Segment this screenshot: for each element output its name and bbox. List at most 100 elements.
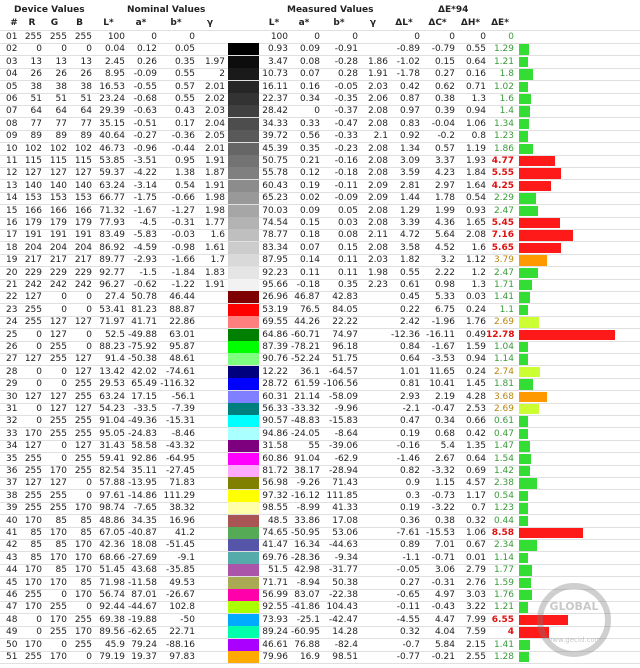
cell-index: 07: [6, 106, 18, 117]
cell-delta-l: 0: [414, 32, 420, 42]
cell-measured-l: 3.47: [267, 56, 288, 67]
cell-nominal-l: 13.42: [99, 366, 125, 377]
cell-r: 170: [24, 602, 42, 613]
cell-index: 45: [6, 577, 18, 588]
cell-delta-e: 0.61: [493, 416, 514, 427]
cell-measured-b: -28.94: [328, 466, 358, 476]
cell-measured-l: 87.95: [262, 255, 288, 266]
cell-g: 170: [49, 614, 67, 625]
cell-measured-a: 0: [314, 106, 320, 117]
color-swatch: [228, 514, 259, 527]
color-swatch: [228, 539, 259, 552]
cell-measured-l: 79.96: [262, 652, 288, 662]
cell-index: 37: [6, 478, 18, 489]
cell-g: 255: [49, 354, 67, 365]
group-header-nominal: Nominal Values: [127, 5, 206, 15]
cell-measured-l: 45.39: [262, 143, 288, 154]
cell-r: 255: [24, 503, 42, 514]
cell-nominal-l: 63.24: [99, 391, 125, 402]
cell-nominal-gamma: 1.7: [210, 255, 225, 266]
cell-measured-a: 21.14: [294, 391, 320, 402]
cell-delta-e: 1.42: [493, 466, 514, 476]
cell-nominal-a: 41.71: [131, 317, 157, 328]
cell-nominal-b: 0.35: [174, 56, 195, 67]
cell-nominal-a: -2.93: [133, 255, 157, 266]
cell-nominal-l: 48.86: [99, 515, 125, 526]
cell-g: 115: [49, 156, 67, 166]
cell-nominal-a: -75.92: [127, 342, 157, 352]
cell-nominal-l: 69.38: [99, 614, 125, 625]
cell-nominal-a: -50.38: [127, 354, 157, 365]
cell-b: 38: [80, 81, 92, 92]
cell-nominal-b: 71.83: [169, 478, 195, 489]
cell-delta-l: 0.19: [399, 503, 420, 514]
cell-nominal-l: 89.56: [99, 627, 125, 638]
cell-nominal-l: 53.41: [99, 304, 125, 315]
cell-measured-b: 96.18: [332, 342, 358, 352]
delta-e-bar: [519, 366, 540, 378]
cell-nominal-b: 0.57: [174, 81, 195, 92]
delta-e-bar: [519, 168, 561, 179]
cell-nominal-a: -0.63: [133, 106, 157, 117]
cell-delta-h: 1.76: [465, 317, 486, 328]
cell-delta-h: 0.42: [465, 428, 486, 439]
cell-nominal-a: -11.58: [127, 577, 157, 588]
col-header-index: #: [10, 18, 18, 28]
cell-nominal-b: -50: [180, 614, 195, 625]
cell-delta-e: 5.55: [491, 168, 514, 179]
cell-nominal-b: -1.84: [171, 267, 195, 278]
cell-delta-h: 0.71: [465, 81, 486, 92]
cell-delta-l: 0.97: [399, 106, 420, 117]
col-header-measured-gamma: γ: [369, 18, 377, 28]
cell-delta-l: -2.1: [402, 404, 420, 414]
delta-e-bar: [519, 56, 529, 68]
cell-measured-l: 92.23: [262, 267, 288, 278]
color-swatch: [228, 80, 259, 93]
cell-nominal-l: 92.44: [99, 602, 125, 613]
cell-measured-gamma: 2.09: [367, 180, 388, 191]
cell-delta-e: 0.44: [493, 515, 514, 526]
cell-measured-b: -106.56: [323, 379, 358, 390]
cell-measured-l: 73.93: [262, 614, 288, 625]
cell-b: 153: [74, 193, 92, 204]
cell-r: 127: [24, 168, 42, 179]
cell-b: 0: [86, 44, 92, 55]
cell-b: 204: [74, 242, 92, 253]
cell-measured-l: 41.47: [262, 540, 288, 551]
cell-index: 03: [6, 56, 18, 67]
delta-e-bar: [519, 329, 615, 340]
cell-nominal-l: 68.66: [99, 552, 125, 563]
cell-nominal-b: 0.55: [174, 94, 195, 104]
cell-g: 127: [49, 404, 67, 414]
cell-delta-c: 4.52: [434, 242, 455, 253]
cell-delta-e: 2.47: [493, 205, 514, 216]
cell-measured-b: -62.9: [334, 453, 358, 464]
cell-g: 255: [49, 490, 67, 501]
cell-delta-c: -3.32: [431, 466, 455, 476]
cell-delta-h: 3.03: [465, 590, 486, 600]
cell-r: 127: [24, 441, 42, 452]
cell-measured-a: -48.83: [290, 416, 320, 427]
cell-delta-e: 3.79: [493, 255, 514, 266]
cell-g: 255: [49, 342, 67, 352]
cell-measured-l: 48.5: [267, 515, 288, 526]
col-header-measured-a: a*: [298, 18, 310, 28]
cell-g: 102: [49, 143, 67, 154]
delta-e-bar: [519, 255, 548, 266]
cell-nominal-a: 42.02: [131, 366, 157, 377]
cell-measured-l: 55.78: [262, 168, 288, 179]
cell-nominal-a: 58.58: [131, 441, 157, 452]
cell-delta-l: -0.7: [402, 639, 420, 650]
cell-index: 12: [6, 168, 18, 179]
cell-index: 08: [6, 118, 18, 129]
cell-delta-c: 7.01: [434, 540, 455, 551]
cell-b: 255: [74, 391, 92, 402]
group-header-device: Device Values: [14, 5, 85, 15]
cell-nominal-gamma: 2.01: [204, 81, 225, 92]
delta-e-bar: [519, 391, 547, 402]
cell-nominal-gamma: 1.98: [204, 205, 225, 216]
cell-measured-b: 42.83: [332, 292, 358, 303]
cell-nominal-a: -1.75: [133, 193, 157, 204]
cell-delta-h: 1.12: [465, 255, 486, 266]
cell-delta-c: -0.71: [431, 552, 455, 563]
